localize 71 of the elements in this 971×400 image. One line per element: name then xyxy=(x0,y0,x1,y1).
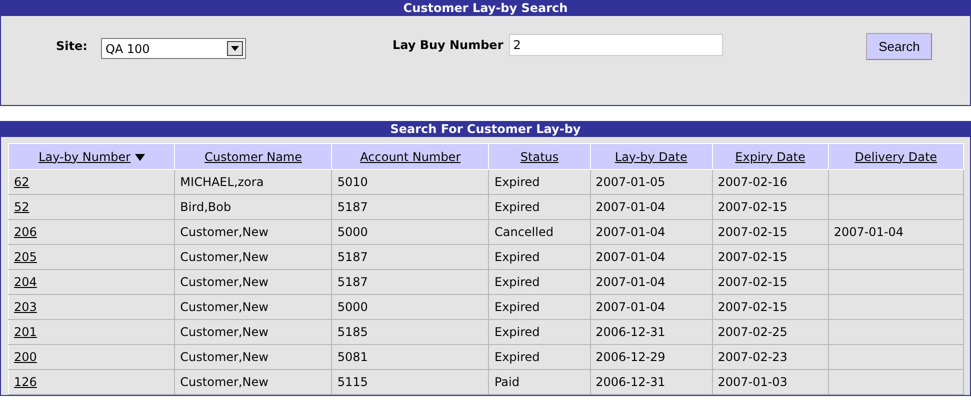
table-cell: Customer,New xyxy=(174,294,332,320)
column-header-link[interactable]: Lay-by Number xyxy=(38,150,131,164)
table-cell: 2007-01-04 xyxy=(590,294,712,320)
table-cell: 2006-12-31 xyxy=(590,370,712,394)
table-cell: Expired xyxy=(488,194,590,220)
record-link[interactable]: 62 xyxy=(14,175,30,189)
record-link[interactable]: 206 xyxy=(14,225,37,239)
record-link[interactable]: 203 xyxy=(14,300,37,314)
table-cell: 5187 xyxy=(332,270,489,294)
table-cell: Customer,New xyxy=(174,344,332,370)
column-header-link[interactable]: Lay-by Date xyxy=(614,150,688,164)
table-cell: Expired xyxy=(488,170,590,194)
site-select[interactable]: QA 100 xyxy=(101,38,246,59)
table-cell: 5115 xyxy=(332,370,489,394)
table-cell: Expired xyxy=(488,244,590,270)
record-link[interactable]: 201 xyxy=(14,325,37,339)
table-cell: Expired xyxy=(488,294,590,320)
lay-buy-number-field[interactable]: 2 xyxy=(509,34,724,56)
record-link[interactable]: 205 xyxy=(14,250,37,264)
table-cell: 2007-01-04 xyxy=(828,220,964,244)
table-cell: 2007-01-03 xyxy=(712,370,828,394)
table-cell: 2006-12-29 xyxy=(590,344,712,370)
table-cell: 2007-02-15 xyxy=(712,270,828,294)
table-cell: 2007-01-04 xyxy=(590,244,712,270)
table-cell: Customer,New xyxy=(174,370,332,394)
table-cell: 2007-02-15 xyxy=(712,194,828,220)
table-cell: 5185 xyxy=(332,320,489,344)
table-cell: Customer,New xyxy=(174,320,332,344)
table-cell: 2007-02-16 xyxy=(712,170,828,194)
table-cell: MICHAEL,zora xyxy=(174,170,332,194)
column-header-link[interactable]: Status xyxy=(520,150,559,164)
column-header-link[interactable]: Account Number xyxy=(360,150,461,164)
table-cell: Customer,New xyxy=(174,270,332,294)
table-cell: Expired xyxy=(488,270,590,294)
table-cell: 2007-01-05 xyxy=(590,170,712,194)
table-cell: Bird,Bob xyxy=(174,194,332,220)
table-cell: 2007-01-04 xyxy=(590,220,712,244)
table-cell: 5187 xyxy=(332,244,489,270)
table-cell: 5010 xyxy=(332,170,489,194)
table-cell: Customer,New xyxy=(174,220,332,244)
search-button[interactable]: Search xyxy=(866,33,932,60)
table-cell: Customer,New xyxy=(174,244,332,270)
sort-descending-icon[interactable] xyxy=(134,154,145,160)
table-cell: 2007-02-15 xyxy=(712,220,828,244)
field-label: Site: xyxy=(56,38,88,55)
table-cell: 2007-02-15 xyxy=(712,294,828,320)
table-cell: 2007-02-25 xyxy=(712,320,828,344)
table-cell: 5187 xyxy=(332,194,489,220)
dropdown-caret-icon[interactable] xyxy=(227,41,244,56)
table-cell: 5000 xyxy=(332,220,489,244)
field-label: Lay Buy Number xyxy=(392,37,504,54)
table-cell: 5081 xyxy=(332,344,489,370)
table-cell: 2006-12-31 xyxy=(590,320,712,344)
table-cell: Paid xyxy=(488,370,590,394)
table-cell: 2007-02-15 xyxy=(712,244,828,270)
table-cell: Expired xyxy=(488,344,590,370)
table-cell: 2007-01-04 xyxy=(590,194,712,220)
column-header-link[interactable]: Delivery Date xyxy=(854,150,938,164)
column-header-link[interactable]: Customer Name xyxy=(204,150,302,164)
table-cell: Cancelled xyxy=(488,220,590,244)
record-link[interactable]: 204 xyxy=(14,275,37,289)
table-cell: 2007-01-04 xyxy=(590,270,712,294)
record-link[interactable]: 126 xyxy=(14,375,37,389)
table-cell: 2007-02-23 xyxy=(712,344,828,370)
record-link[interactable]: 200 xyxy=(14,350,37,364)
record-link[interactable]: 52 xyxy=(14,200,30,214)
table-cell: 5000 xyxy=(332,294,489,320)
column-header-link[interactable]: Expiry Date xyxy=(735,150,806,164)
table-cell: Expired xyxy=(488,320,590,344)
table-title: Search For Customer Lay-by xyxy=(0,121,971,137)
panel-title: Customer Lay-by Search xyxy=(0,0,971,16)
